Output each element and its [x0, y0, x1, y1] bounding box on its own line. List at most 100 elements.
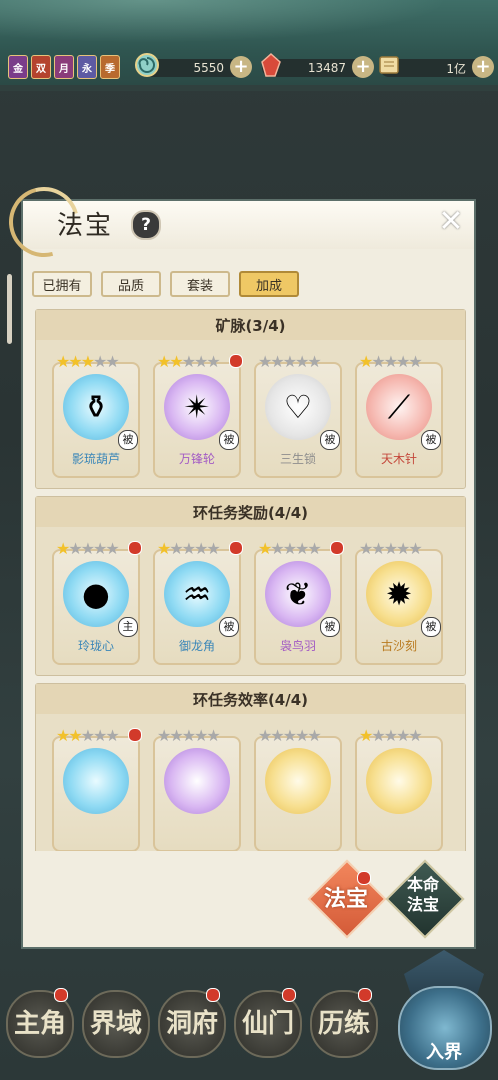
star-icon: ★ — [56, 726, 70, 745]
star-icon: ★ — [270, 352, 284, 371]
star-icon: ★ — [307, 539, 321, 558]
activity-badge[interactable]: 永 — [77, 55, 97, 79]
star-icon: ★ — [359, 726, 373, 745]
section-ring-reward: 环任务奖励(4/4) ★ ★ ★ ★ ★ ● 主玲珑心 ★ ★ ★ ★ ★ ♒ 被御龙角 ★ ★ ★ ★ ★ ❦ 被袅鸟… — [35, 496, 466, 676]
treasure-icon: ● — [82, 575, 110, 613]
nav-realm[interactable]: 界域 — [82, 990, 150, 1058]
star-icon: ★ — [181, 726, 196, 745]
treasure-card[interactable]: ★ ★ ★ ★ ★ ✴ 被万锋轮 — [153, 348, 243, 478]
star-icon: ★ — [80, 352, 95, 371]
nav-enter-realm[interactable]: 入界 — [394, 950, 494, 1070]
treasure-icon: ❦ — [284, 575, 312, 613]
star-rating: ★ ★ ★ ★ ★ — [56, 726, 120, 745]
treasure-card[interactable]: ★ ★ ★ ★ ★ ✹ 被古沙刻 — [355, 535, 443, 665]
nav-cave[interactable]: 洞府 — [158, 988, 226, 1058]
add-scroll-button[interactable]: + — [472, 56, 494, 78]
star-rating: ★ ★ ★ ★ ★ — [157, 726, 221, 745]
star-icon: ★ — [105, 539, 119, 558]
add-crystal-button[interactable]: + — [352, 56, 374, 78]
close-button[interactable]: ✕ — [436, 207, 466, 237]
star-icon: ★ — [206, 726, 220, 745]
star-icon: ★ — [181, 352, 196, 371]
resource-crystal: 13487 + — [261, 52, 374, 79]
help-button[interactable]: ? — [131, 210, 161, 240]
star-icon: ★ — [68, 539, 82, 558]
tab-bonus[interactable]: 加成 — [239, 271, 299, 297]
top-bar-decoration — [0, 0, 498, 50]
collection-list[interactable]: 矿脉(3/4) ★ ★ ★ ★ ★ ⚱ 被影琉葫芦 ★ ★ ★ ★ ★ ✴ 被万锋轮 ★ ★ ★ ★ ★ ♡ 被三生锁 ★… — [35, 309, 466, 851]
activity-badge[interactable]: 月 — [54, 55, 74, 79]
section-mine: 矿脉(3/4) ★ ★ ★ ★ ★ ⚱ 被影琉葫芦 ★ ★ ★ ★ ★ ✴ 被万锋轮 ★ ★ ★ ★ ★ ♡ 被三生锁 ★… — [35, 309, 466, 489]
card-row: ★ ★ ★ ★ ★ ● 主玲珑心 ★ ★ ★ ★ ★ ♒ 被御龙角 ★ ★ ★ ★ ★ ❦ 被袅鸟羽 ★ ★ ★ ★ ★ ✹ 被古沙刻 — [36, 527, 465, 675]
nav-label: 主角 — [13, 1009, 66, 1039]
activity-badge[interactable]: 双 — [31, 55, 51, 79]
side-scrollbar[interactable] — [7, 274, 12, 344]
star-rating: ★ ★ ★ ★ ★ — [258, 539, 322, 558]
benming-fabao-label[interactable]: 本命 法宝 — [387, 875, 459, 915]
treasure-icon: ✹ — [385, 575, 413, 613]
nav-training[interactable]: 历练 — [310, 988, 378, 1058]
top-bar-divider — [0, 85, 498, 91]
star-icon: ★ — [383, 726, 398, 745]
nav-protagonist[interactable]: 主角 — [6, 988, 74, 1058]
tab-set[interactable]: 套装 — [170, 271, 230, 297]
fabao-button-label[interactable]: 法宝 — [311, 881, 381, 913]
section-title: 环任务奖励(4/4) — [36, 497, 465, 527]
nav-sect[interactable]: 仙门 — [234, 988, 302, 1058]
activity-badge[interactable]: 金 — [8, 55, 28, 79]
star-icon: ★ — [295, 539, 309, 558]
treasure-card[interactable]: ★ ★ ★ ★ ★ — [355, 722, 443, 851]
card-row: ★ ★ ★ ★ ★ ★ ★ ★ ★ ★ ★ ★ ★ ★ ★ ★ ★ ★ ★ ★ — [36, 714, 465, 851]
treasure-card[interactable]: ★ ★ ★ ★ ★ — [52, 722, 142, 851]
tab-quality[interactable]: 品质 — [101, 271, 161, 297]
star-rating: ★ ★ ★ ★ ★ — [359, 726, 423, 745]
star-rating: ★ ★ ★ ★ ★ — [56, 352, 120, 371]
notification-dot — [128, 728, 142, 742]
section-ring-efficiency: 环任务效率(4/4) ★ ★ ★ ★ ★ ★ ★ ★ ★ ★ ★ ★ ★ ★ ★ ★ ★ ★ ★ ★ — [35, 683, 466, 851]
star-icon: ★ — [56, 352, 70, 371]
star-icon: ★ — [157, 352, 171, 371]
star-rating: ★ ★ ★ ★ ★ — [157, 352, 221, 371]
card-row: ★ ★ ★ ★ ★ ⚱ 被影琉葫芦 ★ ★ ★ ★ ★ ✴ 被万锋轮 ★ ★ ★ ★ ★ ♡ 被三生锁 ★ ★ ★ ★ ★ ⟋ 被天木… — [36, 340, 465, 488]
treasure-card[interactable]: ★ ★ ★ ★ ★ ● 主玲珑心 — [52, 535, 142, 665]
treasure-card[interactable]: ★ ★ ★ ★ ★ ❦ 被袅鸟羽 — [254, 535, 344, 665]
star-icon: ★ — [169, 539, 183, 558]
section-title: 矿脉(3/4) — [36, 310, 465, 340]
star-icon: ★ — [105, 352, 119, 371]
star-icon: ★ — [194, 539, 208, 558]
star-icon: ★ — [408, 352, 422, 371]
nav-label: 历练 — [317, 1009, 370, 1039]
type-tag: 被 — [421, 617, 441, 637]
star-rating: ★ ★ ★ ★ ★ — [258, 352, 322, 371]
star-icon: ★ — [371, 539, 385, 558]
treasure-card[interactable]: ★ ★ ★ ★ ★ ♡ 被三生锁 — [254, 348, 342, 478]
star-rating: ★ ★ ★ ★ ★ — [359, 539, 423, 558]
treasure-icon — [164, 748, 230, 814]
treasure-icon: ✴ — [183, 388, 211, 426]
star-icon: ★ — [194, 352, 208, 371]
treasure-card[interactable]: ★ ★ ★ ★ ★ ⚱ 被影琉葫芦 — [52, 348, 140, 478]
treasure-card[interactable]: ★ ★ ★ ★ ★ — [153, 722, 241, 851]
activity-badge[interactable]: 季 — [100, 55, 120, 79]
activity-badges: 金双月永季 — [8, 55, 120, 79]
treasure-name: 万锋轮 — [178, 452, 215, 466]
add-jade-button[interactable]: + — [230, 56, 252, 78]
red-crystal-icon — [261, 52, 281, 77]
star-icon: ★ — [194, 726, 208, 745]
star-icon: ★ — [359, 352, 373, 371]
treasure-card[interactable]: ★ ★ ★ ★ ★ — [254, 722, 342, 851]
tab-owned[interactable]: 已拥有 — [32, 271, 92, 297]
star-icon: ★ — [383, 352, 398, 371]
treasure-card[interactable]: ★ ★ ★ ★ ★ ⟋ 被天木针 — [355, 348, 443, 478]
type-tag: 被 — [320, 430, 340, 450]
treasure-card[interactable]: ★ ★ ★ ★ ★ ♒ 被御龙角 — [153, 535, 243, 665]
nav-label: 入界 — [426, 1042, 462, 1063]
star-rating: ★ ★ ★ ★ ★ — [258, 726, 322, 745]
star-rating: ★ ★ ★ ★ ★ — [56, 539, 120, 558]
treasure-name: 影琉葫芦 — [71, 452, 120, 466]
nav-label: 洞府 — [165, 1009, 218, 1039]
star-icon: ★ — [157, 539, 171, 558]
type-tag: 主 — [118, 617, 138, 637]
star-icon: ★ — [80, 539, 95, 558]
treasure-icon: ⚱ — [82, 388, 110, 426]
